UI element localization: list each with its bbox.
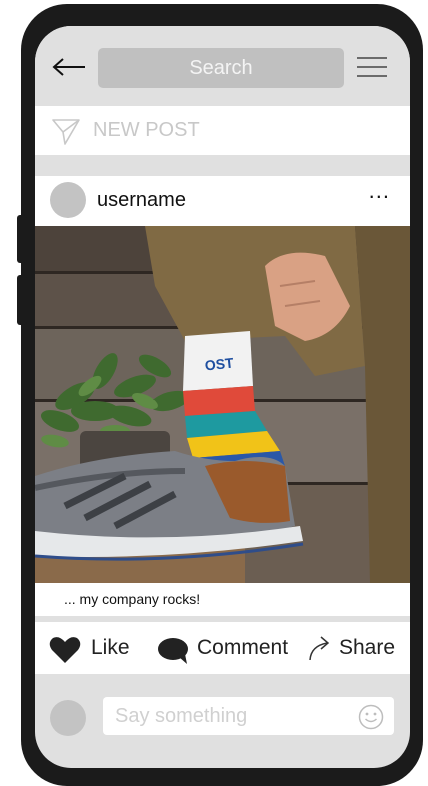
post-caption: ... my company rocks! (35, 583, 410, 616)
new-post-bar[interactable]: NEW POST (35, 106, 410, 155)
heart-icon (49, 637, 81, 663)
search-input[interactable]: Search (98, 48, 344, 88)
comment-row: Say something (35, 694, 410, 754)
back-arrow-icon[interactable] (51, 52, 87, 82)
share-button[interactable]: Share (307, 622, 407, 674)
comment-button[interactable]: Comment (157, 622, 297, 674)
like-label: Like (91, 636, 130, 659)
avatar[interactable] (50, 182, 86, 218)
post-header: username ... (35, 176, 410, 226)
post-actions: Like Comment Share (35, 622, 410, 674)
like-button[interactable]: Like (49, 622, 139, 674)
new-post-label: NEW POST (93, 119, 200, 141)
share-arrow-icon (309, 636, 330, 661)
post-image[interactable]: OST (35, 226, 410, 583)
comment-label: Comment (197, 636, 289, 659)
commenter-avatar (50, 700, 86, 736)
paper-plane-icon (52, 119, 80, 145)
caption-text: ... my company rocks! (64, 591, 201, 607)
comment-input[interactable]: Say something (103, 697, 394, 735)
volume-up-button (17, 215, 27, 263)
more-options-button[interactable]: ... (369, 178, 390, 204)
post-photo-illustration: OST (35, 226, 410, 583)
smiley-icon[interactable] (358, 704, 384, 730)
phone-screen: Search NEW POST username ... OST ... my … (35, 26, 410, 768)
post-username[interactable]: username (97, 176, 186, 224)
hamburger-menu-icon[interactable] (357, 54, 387, 80)
speech-bubble-icon (158, 638, 188, 664)
volume-down-button (17, 275, 27, 325)
top-bar: Search (35, 26, 410, 108)
sock-logo: OST (204, 355, 235, 374)
comment-placeholder: Say something (115, 705, 248, 727)
share-label: Share (339, 636, 396, 659)
